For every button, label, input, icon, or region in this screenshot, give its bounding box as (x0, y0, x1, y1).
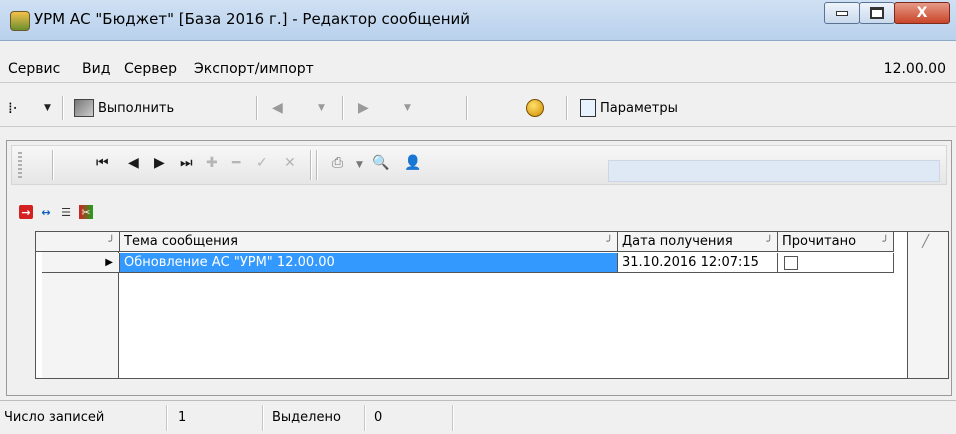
records-value: 1 (178, 410, 187, 425)
app-window: УРМ АС "Бюджет" [База 2016 г.] - Редакто… (0, 0, 956, 434)
parameters-label: Параметры (600, 100, 678, 116)
execute-label: Выполнить (98, 100, 175, 116)
menu-export-import[interactable]: Экспорт/импорт (194, 61, 314, 77)
column-header-label: Тема сообщения (124, 234, 238, 249)
user-icon[interactable]: 👤 (404, 155, 421, 171)
minimize-icon (836, 10, 848, 16)
toolbar-separator (52, 150, 54, 180)
toolbar-separator (310, 150, 312, 180)
maximize-icon (870, 7, 884, 19)
action-icons-row: → ↔ ☰ ✂ (19, 203, 93, 221)
chevron-down-icon: ▼ (404, 103, 411, 113)
main-toolbar: ⁞⋅ ▼ Выполнить ◀ ▼ ▶ ▼ Параметры (0, 88, 956, 127)
cell-date: 31.10.2016 12:07:15 (622, 255, 759, 270)
prior-record-icon[interactable]: ◀ (128, 155, 139, 171)
exit-icon[interactable]: → (19, 205, 33, 219)
globe-icon (526, 99, 544, 117)
print-icon[interactable]: ⎙ (332, 155, 343, 171)
messages-grid: ╯ Тема сообщения ╯ Дата получения ╯ Проч… (35, 231, 949, 379)
connection-button[interactable] (526, 97, 544, 119)
selected-value: 0 (374, 410, 383, 425)
grid-scroll-area[interactable]: ╱ (907, 232, 948, 378)
tree-icon: ⁞⋅ (8, 99, 18, 117)
minimize-button[interactable] (824, 2, 860, 24)
column-header-read[interactable]: Прочитано ╯ (778, 232, 894, 252)
chevron-down-icon[interactable]: ▼ (356, 160, 363, 170)
execute-icon (74, 99, 94, 117)
column-header-label: Прочитано (782, 234, 857, 249)
toolbar-separator (62, 96, 64, 120)
last-record-icon[interactable]: ⏭ (180, 155, 193, 171)
post-edit-icon[interactable]: ✓ (256, 155, 268, 171)
selected-label: Выделено (272, 410, 341, 425)
sort-icon[interactable]: ╯ (766, 232, 773, 252)
status-bar: Число записей 1 Выделено 0 (0, 400, 956, 434)
swap-icon[interactable]: ↔ (39, 205, 53, 219)
cell-date-container[interactable]: 31.10.2016 12:07:15 (618, 253, 778, 273)
table-row[interactable]: Обновление АС "УРМ" 12.00.00 (120, 253, 618, 273)
menu-view[interactable]: Вид (82, 61, 110, 77)
menu-service[interactable]: Сервис (8, 61, 60, 77)
close-icon: X (916, 5, 928, 21)
arrow-right-icon: ▶ (358, 100, 369, 116)
toolbar-separator (342, 96, 344, 120)
close-button[interactable]: X (894, 2, 950, 24)
parameters-button[interactable]: Параметры (580, 97, 678, 119)
maximize-button[interactable] (859, 2, 895, 24)
sort-icon[interactable]: ╯ (606, 232, 613, 252)
toolbar-separator (316, 150, 318, 180)
back-dropdown[interactable]: ▼ (318, 97, 325, 119)
column-header-label: Дата получения (622, 234, 733, 249)
toolbar-separator (566, 96, 568, 120)
delete-record-icon[interactable]: ━ (232, 155, 240, 171)
toolbar-separator (256, 96, 258, 120)
cancel-edit-icon[interactable]: ✕ (284, 155, 296, 171)
list-icon[interactable]: ☰ (59, 205, 73, 219)
status-separator (364, 405, 366, 431)
chevron-down-icon: ▼ (318, 103, 325, 113)
sort-icon[interactable]: ╯ (882, 232, 889, 252)
messages-panel: ⏮ ◀ ▶ ⏭ ✚ ━ ✓ ✕ ⎙ ▼ 🔍 👤 → ↔ ☰ ✂ ╯ Тема с… (6, 140, 952, 396)
navbar-filler (608, 160, 940, 182)
column-resize-icon: ╱ (922, 234, 930, 248)
toolbar-gripper-icon[interactable] (18, 152, 22, 180)
forward-dropdown[interactable]: ▼ (404, 97, 411, 119)
version-label: 12.00.00 (883, 61, 946, 77)
column-header-subject[interactable]: Тема сообщения ╯ (120, 232, 618, 252)
current-row-icon: ▶ (105, 257, 113, 268)
menu-server[interactable]: Сервер (124, 61, 177, 77)
settings-icon (580, 99, 596, 117)
insert-record-icon[interactable]: ✚ (206, 155, 218, 171)
forward-button[interactable]: ▶ (358, 97, 369, 119)
status-separator (262, 405, 264, 431)
records-label: Число записей (4, 410, 105, 425)
indicator-header: ╯ (36, 232, 120, 252)
read-checkbox[interactable] (784, 256, 798, 270)
filter-icon[interactable]: ✂ (79, 205, 93, 219)
title-bar[interactable]: УРМ АС "Бюджет" [База 2016 г.] - Редакто… (0, 0, 956, 41)
first-record-icon[interactable]: ⏮ (96, 155, 109, 171)
sort-icon: ╯ (108, 235, 115, 248)
tree-view-button[interactable]: ⁞⋅ (8, 97, 18, 119)
menu-bar: Сервис Вид Сервер Экспорт/импорт 12.00.0… (0, 58, 956, 83)
status-separator (166, 405, 168, 431)
window-title: УРМ АС "Бюджет" [База 2016 г.] - Редакто… (34, 10, 471, 28)
app-icon (10, 11, 30, 31)
chevron-down-icon: ▼ (44, 103, 51, 113)
column-header-date[interactable]: Дата получения ╯ (618, 232, 778, 252)
row-indicator[interactable]: ▶ (42, 253, 120, 273)
back-button[interactable]: ◀ (272, 97, 283, 119)
execute-button[interactable]: Выполнить (74, 97, 174, 119)
status-separator (452, 405, 454, 431)
tree-view-dropdown[interactable]: ▼ (44, 97, 51, 119)
toolbar-separator (466, 96, 468, 120)
arrow-left-icon: ◀ (272, 100, 283, 116)
next-record-icon[interactable]: ▶ (154, 155, 165, 171)
navigation-toolbar: ⏮ ◀ ▶ ⏭ ✚ ━ ✓ ✕ ⎙ ▼ 🔍 👤 (11, 145, 947, 185)
cell-subject: Обновление АС "УРМ" 12.00.00 (124, 255, 335, 270)
search-icon[interactable]: 🔍 (372, 155, 389, 171)
cell-read[interactable] (778, 253, 894, 273)
window-controls: X (824, 2, 950, 24)
